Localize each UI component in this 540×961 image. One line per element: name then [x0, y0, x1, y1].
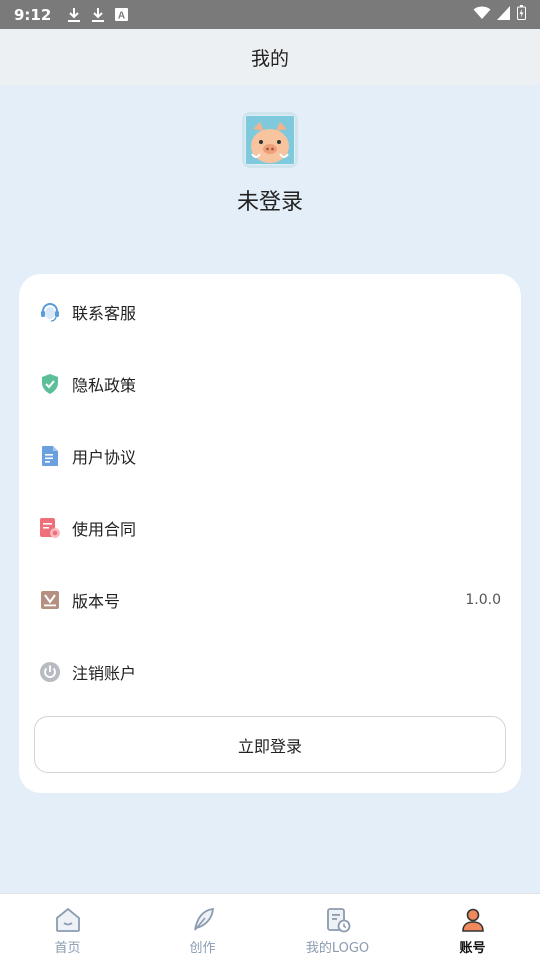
- tab-my-logo[interactable]: 我的LOGO: [270, 894, 405, 961]
- headset-icon: [39, 301, 61, 323]
- tab-label: 首页: [54, 941, 81, 956]
- home-icon: [54, 906, 82, 934]
- status-time: 9:12: [14, 5, 52, 24]
- menu-item-label: 用户协议: [72, 448, 137, 467]
- logo-history-icon: [324, 906, 352, 934]
- download-icon: [91, 7, 105, 23]
- status-bar: 9:12 A: [0, 0, 540, 29]
- tab-label: 创作: [189, 941, 216, 956]
- font-a-icon: A: [115, 8, 129, 22]
- menu-item-usage-contract[interactable]: 使用合同: [19, 492, 521, 564]
- menu-item-label: 版本号: [72, 592, 121, 611]
- profile-section: 未登录: [0, 112, 540, 216]
- tab-account[interactable]: 账号: [405, 894, 540, 961]
- menu-card: 联系客服 隐私政策 用户协议 使用合同 版本号 1.0.0 注销账户 立即登录: [19, 274, 521, 793]
- wifi-icon: [473, 6, 491, 24]
- menu-item-version[interactable]: 版本号 1.0.0: [19, 564, 521, 636]
- account-icon: [459, 906, 487, 934]
- menu-item-user-agreement[interactable]: 用户协议: [19, 420, 521, 492]
- menu-item-label: 注销账户: [72, 664, 137, 683]
- document-icon: [39, 445, 61, 467]
- menu-item-label: 联系客服: [72, 304, 137, 323]
- battery-icon: [517, 5, 526, 24]
- menu-item-contact-service[interactable]: 联系客服: [19, 276, 521, 348]
- menu-item-delete-account[interactable]: 注销账户: [19, 636, 521, 708]
- menu-item-privacy-policy[interactable]: 隐私政策: [19, 348, 521, 420]
- tab-label: 账号: [459, 941, 486, 956]
- tab-create[interactable]: 创作: [135, 894, 270, 961]
- signal-icon: [497, 5, 511, 24]
- tab-label: 我的LOGO: [305, 941, 370, 956]
- page-title: 我的: [250, 47, 289, 70]
- download-icon: [67, 7, 81, 23]
- power-icon: [39, 661, 61, 683]
- version-value: 1.0.0: [465, 592, 501, 608]
- version-icon: [39, 589, 61, 611]
- shield-check-icon: [39, 373, 61, 395]
- svg-text:A: A: [118, 11, 125, 22]
- tab-home[interactable]: 首页: [0, 894, 135, 961]
- menu-item-label: 隐私政策: [72, 376, 137, 395]
- top-app-bar: 我的: [0, 29, 540, 85]
- feather-icon: [189, 906, 217, 934]
- pig-avatar-icon[interactable]: [242, 112, 298, 168]
- login-button[interactable]: 立即登录: [34, 716, 506, 773]
- bottom-tab-bar: 首页 创作 我的LOGO 账号: [0, 893, 540, 961]
- contract-icon: [39, 517, 61, 539]
- profile-name[interactable]: 未登录: [0, 184, 540, 216]
- menu-item-label: 使用合同: [72, 520, 137, 539]
